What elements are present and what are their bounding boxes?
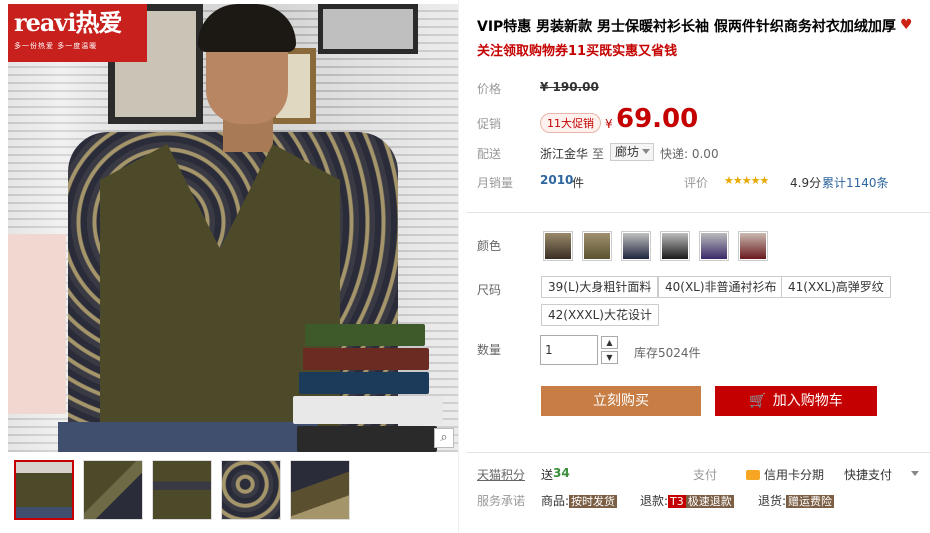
thumbnail[interactable] [221, 460, 281, 520]
delivery-label: 配送 [477, 147, 502, 161]
refund-tag: 极速退款 [685, 495, 734, 508]
wall-frame [318, 4, 418, 54]
size-option[interactable]: 40(XL)非普通衬衫布 [658, 276, 784, 298]
chevron-down-icon[interactable] [911, 471, 919, 476]
delivery-origin: 浙江金华 [540, 147, 589, 161]
thumbnail[interactable] [83, 460, 143, 520]
points-prefix: 送 [541, 468, 554, 482]
destination-value: 廊坊 [615, 145, 640, 159]
color-swatch[interactable] [660, 231, 690, 261]
color-swatch[interactable] [582, 231, 612, 261]
pay-label: 支付 [693, 468, 718, 482]
rating-label: 评价 [684, 176, 709, 190]
add-to-cart-label: 加入购物车 [772, 393, 843, 409]
main-product-image[interactable]: ⌕ [8, 4, 458, 452]
refund-badge: T3 [668, 495, 686, 508]
return-tag: 赠运费险 [786, 495, 835, 508]
credit-card-icon [746, 470, 760, 480]
color-swatch[interactable] [699, 231, 729, 261]
quantity-label: 数量 [477, 343, 502, 357]
stock-count: 库存5024件 [634, 346, 701, 360]
size-label: 尺码 [477, 283, 502, 297]
promo-label: 促销 [477, 117, 502, 131]
rating-stars: ★★★★★ [724, 174, 769, 187]
points-value: 34 [553, 466, 570, 480]
shipping-fee: 快递: 0.00 [660, 147, 719, 161]
promo-price: 69.00 [616, 104, 699, 134]
tmall-points-label[interactable]: 天猫积分 [477, 466, 525, 483]
credit-installment[interactable]: 信用卡分期 [746, 466, 824, 483]
rating-score: 4.9分 [790, 176, 822, 190]
goods-label: 商品: [541, 494, 570, 508]
thumbnail[interactable] [290, 460, 350, 520]
product-title: VIP特惠 男装新款 男士保暖衬衫长袖 假两件针织商务衬衣加绒加厚 [477, 19, 896, 35]
size-option[interactable]: 39(L)大身粗针面料 [541, 276, 659, 298]
price-label: 价格 [477, 82, 502, 96]
logo-text: reavi热爱 [14, 8, 123, 37]
refund-promise[interactable]: 退款: T3 极速退款 [640, 492, 734, 509]
quantity-input[interactable]: 1 [540, 335, 598, 365]
quantity-increase-button[interactable]: ▲ [601, 336, 618, 349]
return-promise[interactable]: 退货: 赠运费险 [758, 492, 835, 509]
quantity-decrease-button[interactable]: ▼ [601, 351, 618, 364]
chevron-down-icon [642, 149, 651, 154]
section-divider [466, 212, 930, 213]
section-divider [466, 452, 930, 453]
buy-now-button[interactable]: 立刻购买 [541, 386, 701, 416]
cart-icon: 🛒 [749, 393, 767, 409]
thumbnail-strip [14, 460, 350, 520]
currency-symbol: ¥ [605, 117, 613, 131]
logo-tagline: 多一份热爱 多一度温暖 [14, 42, 98, 50]
thumbnail[interactable] [152, 460, 212, 520]
brand-logo: reavi热爱 多一份热爱 多一度温暖 [8, 4, 147, 62]
destination-select[interactable]: 廊坊 [610, 143, 655, 161]
size-option[interactable]: 42(XXXL)大花设计 [541, 304, 659, 326]
color-swatch[interactable] [621, 231, 651, 261]
review-count[interactable]: 累计1140条 [822, 174, 889, 191]
color-swatch[interactable] [738, 231, 768, 261]
add-to-cart-button[interactable]: 🛒 加入购物车 [715, 386, 877, 416]
service-promise-label: 服务承诺 [477, 494, 526, 508]
delivery-to: 至 [592, 147, 605, 161]
monthly-sales-count: 2010 [540, 173, 574, 187]
product-subtitle[interactable]: 关注领取购物券11买既实惠又省钱 [477, 40, 677, 59]
column-divider [458, 0, 459, 533]
promo-tag: 11大促销 [540, 113, 601, 133]
model-jeans [58, 422, 318, 452]
monthly-sales-label: 月销量 [477, 176, 514, 190]
original-price: ¥ 190.00 [540, 80, 599, 94]
favorite-icon[interactable]: ♥ [900, 18, 918, 32]
quick-pay[interactable]: 快捷支付 [844, 466, 892, 483]
pink-wall [8, 234, 66, 414]
zoom-icon[interactable]: ⌕ [434, 428, 454, 448]
credit-installment-label: 信用卡分期 [764, 468, 825, 482]
color-swatches [543, 231, 768, 261]
return-label: 退货: [758, 494, 787, 508]
size-option[interactable]: 41(XXL)高弹罗纹 [781, 276, 891, 298]
refund-label: 退款: [640, 494, 669, 508]
thumbnail[interactable] [14, 460, 74, 520]
goods-promise[interactable]: 商品: 按时发货 [541, 492, 618, 509]
goods-tag: 按时发货 [569, 495, 618, 508]
monthly-sales-unit: 件 [572, 176, 585, 190]
color-swatch[interactable] [543, 231, 573, 261]
color-label: 颜色 [477, 239, 502, 253]
book-stack [293, 324, 453, 452]
